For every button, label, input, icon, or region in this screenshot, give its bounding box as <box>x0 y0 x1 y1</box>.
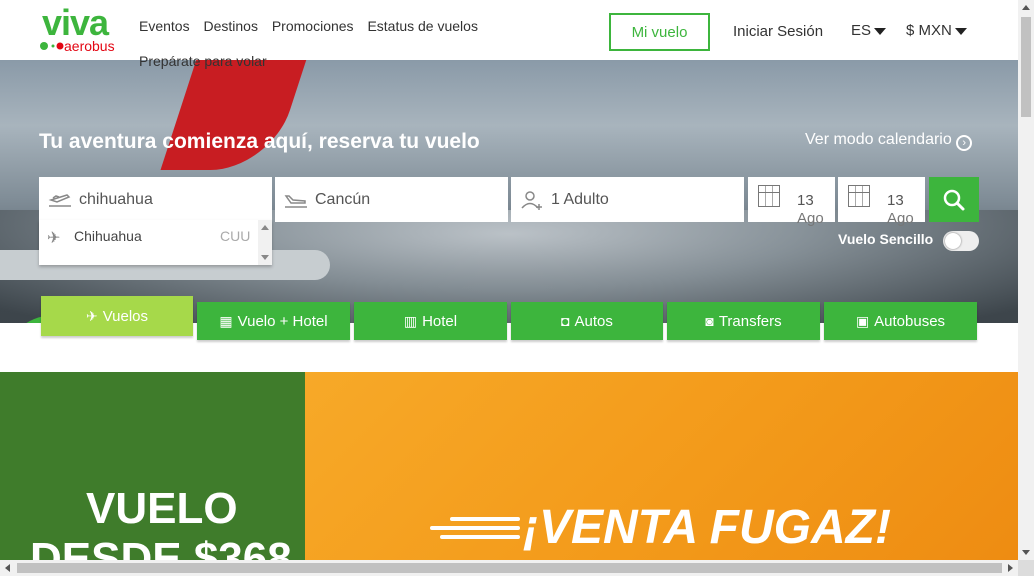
destination-field[interactable]: Cancún <box>275 177 508 222</box>
scroll-up-arrow[interactable] <box>1022 5 1030 10</box>
site-header: viva aerobus Eventos Destinos Promocione… <box>0 0 1018 60</box>
hotel-icon: ▥ <box>403 312 418 329</box>
tab-label: Autos <box>574 312 613 330</box>
tab-autos[interactable]: ◘ Autos <box>511 302 663 340</box>
promo-banner-left[interactable]: VUELO DESDE $368 <box>0 372 305 576</box>
tab-transfers[interactable]: ◙ Transfers <box>667 302 820 340</box>
origin-field[interactable]: chihuahua <box>39 177 272 222</box>
scroll-down-arrow[interactable] <box>261 255 269 260</box>
arrival-plane-icon <box>284 194 307 208</box>
mi-vuelo-button[interactable]: Mi vuelo <box>609 13 710 51</box>
chevron-down-icon <box>874 27 887 35</box>
departure-plane-icon <box>48 193 71 207</box>
suggestion-city: Chihuahua <box>74 228 142 244</box>
tab-label: Transfers <box>718 312 782 330</box>
departure-month: Ago <box>797 210 824 227</box>
plane-icon: ✈ <box>85 307 98 324</box>
viva-aerobus-logo[interactable]: viva aerobus <box>40 2 130 54</box>
passengers-value: 1 Adulto <box>551 190 609 208</box>
scroll-down-arrow[interactable] <box>1022 550 1030 555</box>
tab-vuelo-hotel[interactable]: ▦ Vuelo + Hotel <box>197 302 350 340</box>
tab-label: Hotel <box>422 312 458 330</box>
main-nav: Eventos Destinos Promociones Estatus de … <box>139 18 488 34</box>
nav-preparate-volar[interactable]: Prepárate para volar <box>139 53 267 69</box>
calendar-mode-link[interactable]: Ver modo calendario › <box>805 131 973 151</box>
promo-banner-right[interactable]: ¡VENTA FUGAZ! <box>305 372 1018 560</box>
tab-label: Vuelos <box>102 307 149 325</box>
destination-input[interactable]: Cancún <box>315 191 370 209</box>
tab-hotel[interactable]: ▥ Hotel <box>354 302 507 340</box>
calendar-link-label: Ver modo calendario <box>805 131 952 148</box>
scroll-right-arrow[interactable] <box>1008 564 1013 572</box>
tab-label: Autobuses <box>874 312 946 330</box>
one-way-label: Vuelo Sencillo <box>838 231 934 247</box>
bus-icon: ▣ <box>855 312 870 329</box>
language-selector[interactable]: ES <box>851 22 887 39</box>
product-tabs: ✈ Vuelos ▦ Vuelo + Hotel ▥ Hotel ◘ Autos ◙ Tr… <box>0 296 1018 346</box>
scrollbar-corner <box>1018 560 1034 576</box>
nav-eventos[interactable]: Eventos <box>139 18 190 34</box>
currency-value: $ MXN <box>906 22 952 39</box>
return-month: Ago <box>887 210 914 227</box>
nav-destinos[interactable]: Destinos <box>203 18 257 34</box>
vertical-scrollbar[interactable] <box>1018 0 1034 560</box>
building-icon: ▦ <box>219 312 233 329</box>
speed-lines-icon <box>430 517 520 547</box>
nav-promociones[interactable]: Promociones <box>272 18 354 34</box>
return-date-field[interactable]: 13 Ago <box>838 177 925 227</box>
departure-date-field[interactable]: 13 Ago <box>748 177 835 227</box>
scroll-thumb[interactable] <box>17 563 1002 573</box>
car-icon: ◘ <box>561 313 570 329</box>
language-value: ES <box>851 22 872 39</box>
origin-suggestions-dropdown: ✈ Chihuahua CUU <box>39 220 272 265</box>
tab-vuelos[interactable]: ✈ Vuelos <box>41 296 193 336</box>
login-link[interactable]: Iniciar Sesión <box>733 23 823 40</box>
scroll-left-arrow[interactable] <box>5 564 10 572</box>
currency-selector[interactable]: $ MXN <box>906 22 967 39</box>
horizontal-scrollbar[interactable] <box>0 560 1018 576</box>
passengers-icon <box>521 190 542 210</box>
search-button[interactable] <box>929 177 979 222</box>
origin-input[interactable]: chihuahua <box>79 191 153 209</box>
suggestion-code: CUU <box>220 228 251 244</box>
passengers-field[interactable]: 1 Adulto <box>511 177 744 222</box>
return-day: 13 <box>887 192 904 209</box>
scroll-up-arrow[interactable] <box>261 225 269 230</box>
tab-autobuses[interactable]: ▣ Autobuses <box>824 302 977 340</box>
dropdown-scrollbar[interactable] <box>258 220 272 265</box>
one-way-toggle[interactable] <box>943 231 979 251</box>
nav-estatus-vuelos[interactable]: Estatus de vuelos <box>367 18 478 34</box>
chevron-right-circle-icon: › <box>956 135 973 151</box>
calendar-icon <box>848 185 870 207</box>
chevron-down-icon <box>954 27 967 35</box>
promo-left-line1: VUELO <box>86 484 238 533</box>
departure-day: 13 <box>797 192 814 209</box>
calendar-icon <box>758 185 780 207</box>
search-icon <box>943 189 965 210</box>
plane-icon: ✈ <box>47 230 61 247</box>
promo-right-title: ¡VENTA FUGAZ! <box>523 501 891 554</box>
logo-dots-icon <box>40 42 64 50</box>
tab-label: Vuelo + Hotel <box>237 312 328 330</box>
hero-title: Tu aventura comienza aquí, reserva tu vu… <box>39 130 480 153</box>
logo-aerobus-text: aerobus <box>64 38 115 54</box>
scroll-thumb[interactable] <box>1021 17 1031 117</box>
toggle-knob <box>945 233 961 249</box>
taxi-icon: ◙ <box>705 313 714 329</box>
